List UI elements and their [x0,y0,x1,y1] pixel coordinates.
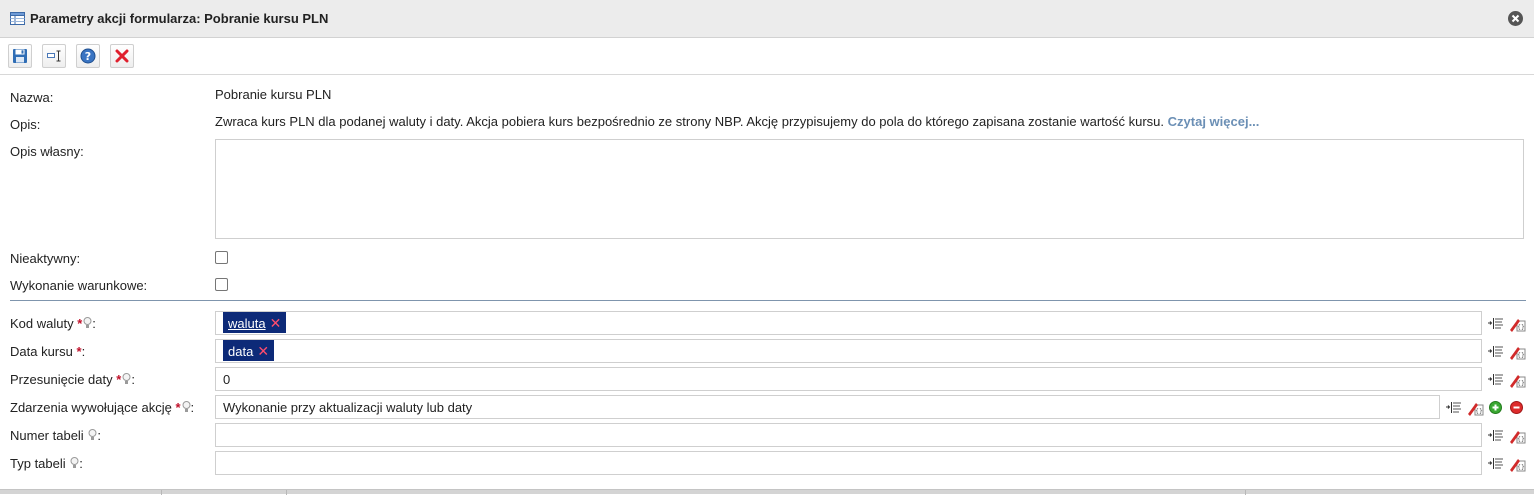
svg-text:?: ? [85,50,91,63]
param-label-text: Data kursu [10,344,73,359]
insert-field-list-icon[interactable] [1487,372,1505,388]
svg-text:{}: {} [1475,408,1483,415]
edit-formula-icon[interactable]: {} [1508,456,1526,472]
lightbulb-hint-icon[interactable] [182,401,191,413]
field-value: 0 [223,372,231,387]
help-button[interactable]: ? [76,44,100,68]
param-label-text: Kod waluty [10,316,74,331]
param-label-date-offset: Przesunięcie daty *: [10,372,135,387]
param-label-text: Numer tabeli [10,428,84,443]
svg-text:{}: {} [1517,464,1525,471]
bottom-tab-divider [1245,490,1246,495]
edit-formula-icon[interactable]: {} [1508,344,1526,360]
param-label-rate-date: Data kursu *: [10,344,85,359]
colon: : [131,372,135,387]
field-value: Wykonanie przy aktualizacji waluty lub d… [223,400,473,415]
tag-label[interactable]: waluta [228,316,266,331]
lightbulb-hint-icon[interactable] [88,429,97,441]
param-label-table-number: Numer tabeli : [10,428,101,443]
description-text: Zwraca kurs PLN dla podanej waluty i dat… [215,114,1165,129]
description-label: Opis: [10,117,41,132]
param-label-text: Typ tabeli [10,456,66,471]
colon: : [190,400,195,415]
close-circle-icon[interactable] [1508,11,1523,26]
colon: : [97,428,101,443]
table-number-input[interactable] [215,423,1482,447]
param-label-text: Zdarzenia wywołujące akcję [10,400,172,415]
required-mark: * [116,372,122,387]
delete-button[interactable] [110,44,134,68]
colon: : [92,316,96,331]
table-type-input[interactable] [215,451,1482,475]
tag-label[interactable]: data [228,344,253,359]
field-tag-waluta[interactable]: waluta ✕ [223,312,287,333]
insert-field-list-icon[interactable] [1487,316,1505,332]
conditional-execution-checkbox[interactable] [215,278,228,291]
insert-field-list-icon[interactable] [1487,344,1505,360]
lightbulb-hint-icon[interactable] [70,457,79,469]
add-event-icon[interactable] [1489,401,1502,414]
param-label-table-type: Typ tabeli : [10,456,83,471]
bottom-tab-divider [286,490,287,495]
lightbulb-hint-icon[interactable] [83,317,92,329]
bottom-tab-divider [161,490,162,495]
table-icon [10,11,25,26]
edit-formula-icon[interactable]: {} [1508,372,1526,388]
svg-text:{}: {} [1517,324,1525,331]
rate-date-input[interactable]: data ✕ [215,339,1482,363]
description-value: Zwraca kurs PLN dla podanej waluty i dat… [215,114,1259,129]
field-button[interactable] [42,44,66,68]
name-value: Pobranie kursu PLN [215,87,332,102]
insert-field-list-icon[interactable] [1487,456,1505,472]
trigger-events-input[interactable]: Wykonanie przy aktualizacji waluty lub d… [215,395,1440,419]
lightbulb-hint-icon[interactable] [122,373,131,385]
date-offset-input[interactable]: 0 [215,367,1482,391]
inactive-label: Nieaktywny: [10,251,81,266]
window-title: Parametry akcji formularza: Pobranie kur… [30,11,329,26]
required-mark: * [77,316,83,331]
tag-remove-icon[interactable]: ✕ [257,343,269,359]
save-button[interactable] [8,44,32,68]
colon: : [81,344,86,359]
section-separator [10,300,1526,301]
toolbar: ? [0,39,1534,75]
field-tag-data[interactable]: data ✕ [223,340,275,361]
required-mark: * [175,400,181,415]
svg-text:{}: {} [1517,380,1525,387]
conditional-execution-label: Wykonanie warunkowe: [10,278,148,293]
insert-field-list-icon[interactable] [1445,400,1463,416]
edit-formula-icon[interactable]: {} [1466,400,1484,416]
param-label-currency-code: Kod waluty *: [10,316,96,331]
insert-field-list-icon[interactable] [1487,428,1505,444]
param-label-trigger-events: Zdarzenia wywołujące akcję *: [10,400,194,415]
svg-text:{}: {} [1517,436,1525,443]
currency-code-input[interactable]: waluta ✕ [215,311,1482,335]
remove-event-icon[interactable] [1510,401,1523,414]
edit-formula-icon[interactable]: {} [1508,428,1526,444]
own-description-textarea[interactable] [215,139,1524,239]
bottom-tab-strip [0,489,1534,495]
colon: : [79,456,83,471]
own-description-label: Opis własny: [10,144,84,159]
name-label: Nazwa: [10,90,54,105]
edit-formula-icon[interactable]: {} [1508,316,1526,332]
tag-remove-icon[interactable]: ✕ [270,315,282,331]
read-more-link[interactable]: Czytaj więcej... [1168,114,1260,129]
window-titlebar: Parametry akcji formularza: Pobranie kur… [0,0,1534,38]
param-label-text: Przesunięcie daty [10,372,113,387]
inactive-checkbox[interactable] [215,251,228,264]
svg-text:{}: {} [1517,352,1525,359]
